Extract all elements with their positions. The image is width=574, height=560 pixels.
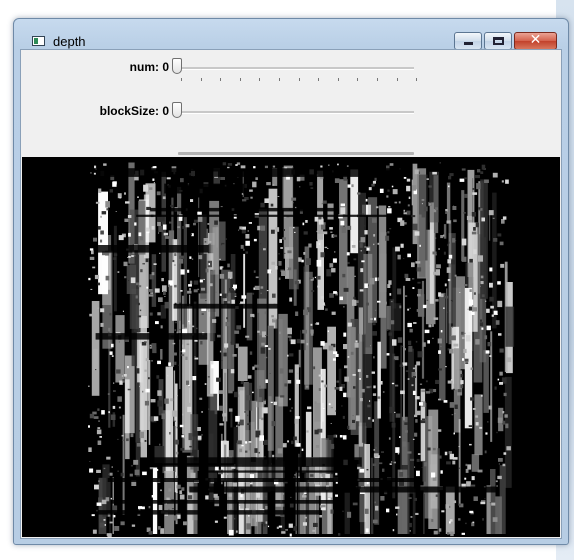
disparity-texture bbox=[88, 162, 515, 537]
trackbar-num-track[interactable] bbox=[178, 67, 414, 70]
maximize-button[interactable] bbox=[484, 32, 512, 50]
trackbar-num-ticks bbox=[181, 78, 417, 82]
trackbar-num-label: num: 0 bbox=[129, 60, 169, 74]
minimize-icon bbox=[464, 42, 473, 45]
title-bar[interactable]: depth ✕ bbox=[14, 19, 568, 50]
window-title: depth bbox=[53, 34, 86, 49]
trackbar-num-thumb[interactable] bbox=[172, 58, 182, 74]
disparity-map-image bbox=[22, 157, 560, 537]
trackbar-blocksize-track[interactable] bbox=[178, 111, 414, 114]
app-window-icon bbox=[32, 36, 45, 46]
close-icon: ✕ bbox=[529, 32, 542, 48]
client-area: num: 0 blockSize: 0 bbox=[20, 49, 562, 539]
trackbar-blocksize-scrollbar[interactable] bbox=[178, 152, 414, 155]
close-button[interactable]: ✕ bbox=[514, 32, 557, 50]
trackbar-blocksize: blockSize: 0 bbox=[21, 94, 561, 132]
disparity-map-svg bbox=[88, 162, 515, 537]
trackbar-blocksize-label: blockSize: 0 bbox=[99, 104, 169, 118]
trackbar-blocksize-thumb[interactable] bbox=[172, 102, 182, 118]
depth-window: depth ✕ num: 0 blockSize: 0 bbox=[13, 18, 569, 545]
trackbar-num: num: 0 bbox=[21, 50, 561, 88]
minimize-button[interactable] bbox=[454, 32, 482, 50]
maximize-icon bbox=[493, 37, 504, 45]
